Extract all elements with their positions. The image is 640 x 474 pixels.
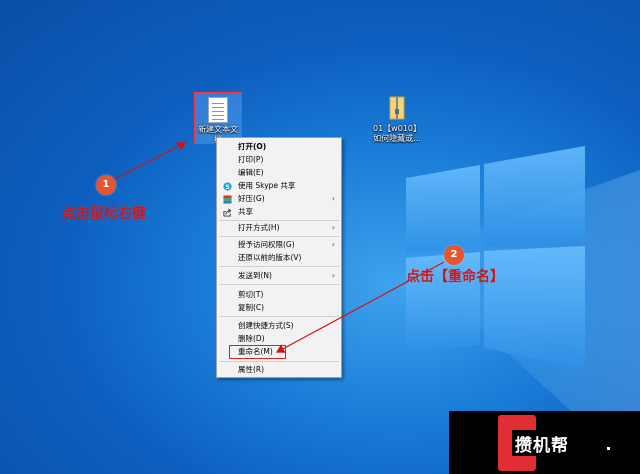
- menu-item-grant-access[interactable]: 授予访问权限(G) ›: [217, 239, 341, 251]
- watermark-logo: 攒机帮: [449, 411, 640, 474]
- chevron-right-icon: ›: [331, 271, 335, 280]
- menu-item-print[interactable]: 打印(P): [217, 154, 341, 166]
- chevron-right-icon: ›: [331, 240, 335, 249]
- skype-icon: S: [223, 182, 232, 191]
- menu-separator: [219, 266, 339, 267]
- menu-item-open[interactable]: 打开(O): [217, 141, 341, 153]
- menu-item-cut[interactable]: 剪切(T): [217, 289, 341, 301]
- menu-separator: [219, 361, 339, 362]
- desktop-icon-label: 01【w010】 如何隐藏或...: [373, 124, 421, 143]
- watermark-dot: [607, 447, 610, 450]
- menu-item-restore-previous-versions[interactable]: 还原以前的版本(V): [217, 252, 341, 264]
- menu-separator: [219, 316, 339, 317]
- text-file-icon: [208, 97, 228, 123]
- share-icon: [223, 208, 232, 217]
- step-1-annotation: 点击鼠标右键: [62, 206, 146, 222]
- menu-item-delete[interactable]: 删除(D): [217, 333, 341, 345]
- menu-item-open-with[interactable]: 打开方式(H) ›: [217, 222, 341, 234]
- menu-item-create-shortcut[interactable]: 创建快捷方式(S): [217, 320, 341, 332]
- zip-folder-icon: [389, 96, 405, 120]
- menu-separator: [219, 284, 339, 285]
- chevron-right-icon: ›: [331, 194, 335, 203]
- chevron-right-icon: ›: [331, 223, 335, 232]
- step-badge-2: 2: [444, 245, 464, 265]
- menu-item-share[interactable]: 共享: [217, 206, 341, 218]
- menu-item-properties[interactable]: 属性(R): [217, 364, 341, 376]
- menu-item-haozip[interactable]: 好压(G) ›: [217, 193, 341, 205]
- desktop-icon-compressed-folder[interactable]: 01【w010】 如何隐藏或...: [372, 96, 422, 144]
- svg-text:S: S: [225, 184, 230, 191]
- menu-item-skype-share[interactable]: S 使用 Skype 共享: [217, 180, 341, 192]
- menu-item-copy[interactable]: 复制(C): [217, 302, 341, 314]
- step-badge-1: 1: [96, 175, 116, 195]
- watermark-text: 攒机帮: [515, 436, 569, 456]
- menu-separator: [219, 236, 339, 237]
- rename-highlight-box: [229, 345, 286, 359]
- context-menu: 打开(O) 打印(P) 编辑(E) S 使用 Skype 共享 好压(G) › …: [216, 137, 342, 378]
- menu-separator: [219, 220, 339, 221]
- step-2-annotation: 点击【重命名】: [406, 269, 504, 285]
- menu-item-send-to[interactable]: 发送到(N) ›: [217, 270, 341, 282]
- archive-icon: [223, 195, 232, 204]
- menu-item-edit[interactable]: 编辑(E): [217, 167, 341, 179]
